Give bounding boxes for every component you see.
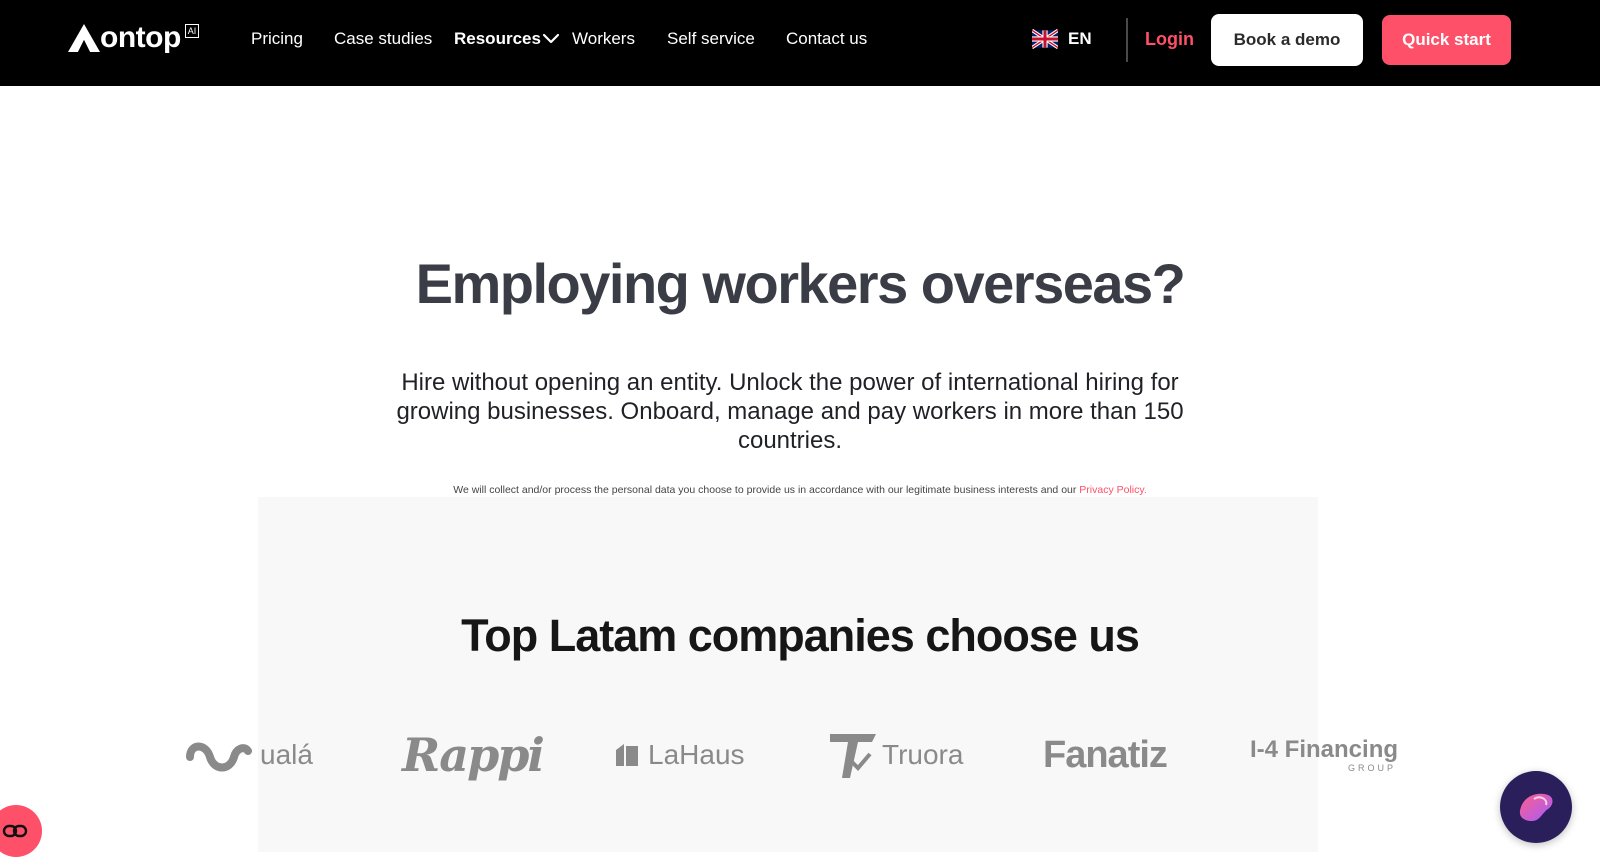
hero-title: Employing workers overseas?: [415, 252, 1186, 315]
top-navigation-bar: ontop AI Pricing Case studies Resources …: [0, 0, 1600, 86]
book-demo-button[interactable]: Book a demo: [1211, 14, 1363, 66]
rappi-logo: Rappi: [402, 725, 545, 785]
i4-financing-logo: I-4 Financing GROUP: [1250, 725, 1398, 785]
nav-divider: [1126, 18, 1128, 62]
chat-assistant-button[interactable]: [1500, 771, 1572, 843]
chevron-down-icon[interactable]: [542, 31, 560, 45]
privacy-notice-text: We will collect and/or process the perso…: [453, 484, 1080, 496]
nav-case-studies[interactable]: Case studies: [334, 28, 432, 50]
companies-section: [258, 497, 1318, 852]
i4-financing-text: I-4 Financing: [1250, 736, 1399, 763]
login-link[interactable]: Login: [1145, 28, 1194, 50]
privacy-notice: We will collect and/or process the perso…: [0, 483, 1600, 497]
nav-self-service[interactable]: Self service: [667, 28, 755, 50]
truora-mark-icon: [830, 734, 876, 778]
ontop-logo-icon: [68, 24, 100, 52]
hero-subtitle: Hire without opening an entity. Unlock t…: [396, 369, 1184, 454]
quick-start-button[interactable]: Quick start: [1382, 15, 1511, 65]
nav-workers[interactable]: Workers: [572, 28, 635, 50]
ontop-logo[interactable]: ontop AI: [68, 21, 200, 56]
lahaus-logo-text: LaHaus: [648, 739, 745, 770]
cookie-settings-button[interactable]: [0, 805, 42, 857]
cookie-settings-icon: [2, 824, 28, 838]
companies-title: Top Latam companies choose us: [461, 610, 1140, 661]
uala-logo: ualá: [186, 725, 313, 785]
logo-wordmark: ontop: [100, 21, 181, 54]
truora-logo-text: Truora: [882, 739, 964, 770]
nav-contact-us[interactable]: Contact us: [786, 28, 867, 50]
uk-flag-icon: [1032, 29, 1058, 49]
lahaus-house-icon: [616, 744, 638, 766]
nav-resources[interactable]: Resources: [454, 28, 541, 50]
privacy-policy-link[interactable]: Privacy Policy.: [1079, 484, 1147, 496]
fanatiz-logo-text: Fanatiz: [1043, 734, 1168, 776]
fanatiz-logo: Fanatiz: [1043, 725, 1168, 785]
language-selector[interactable]: EN: [1032, 28, 1092, 50]
uala-swoosh-icon: [186, 742, 252, 772]
i4-group-text: GROUP: [1348, 763, 1397, 773]
ai-badge: AI: [184, 24, 200, 38]
lahaus-logo: LaHaus: [614, 725, 745, 785]
i4-financing-wordmark: I-4 Financing GROUP: [1250, 736, 1399, 774]
language-code: EN: [1068, 29, 1092, 48]
chat-assistant-icon: [1519, 793, 1553, 821]
uala-logo-text: ualá: [260, 739, 313, 770]
nav-pricing[interactable]: Pricing: [251, 28, 303, 50]
rappi-logo-text: Rappi: [402, 728, 545, 782]
truora-logo: Truora: [828, 725, 963, 785]
